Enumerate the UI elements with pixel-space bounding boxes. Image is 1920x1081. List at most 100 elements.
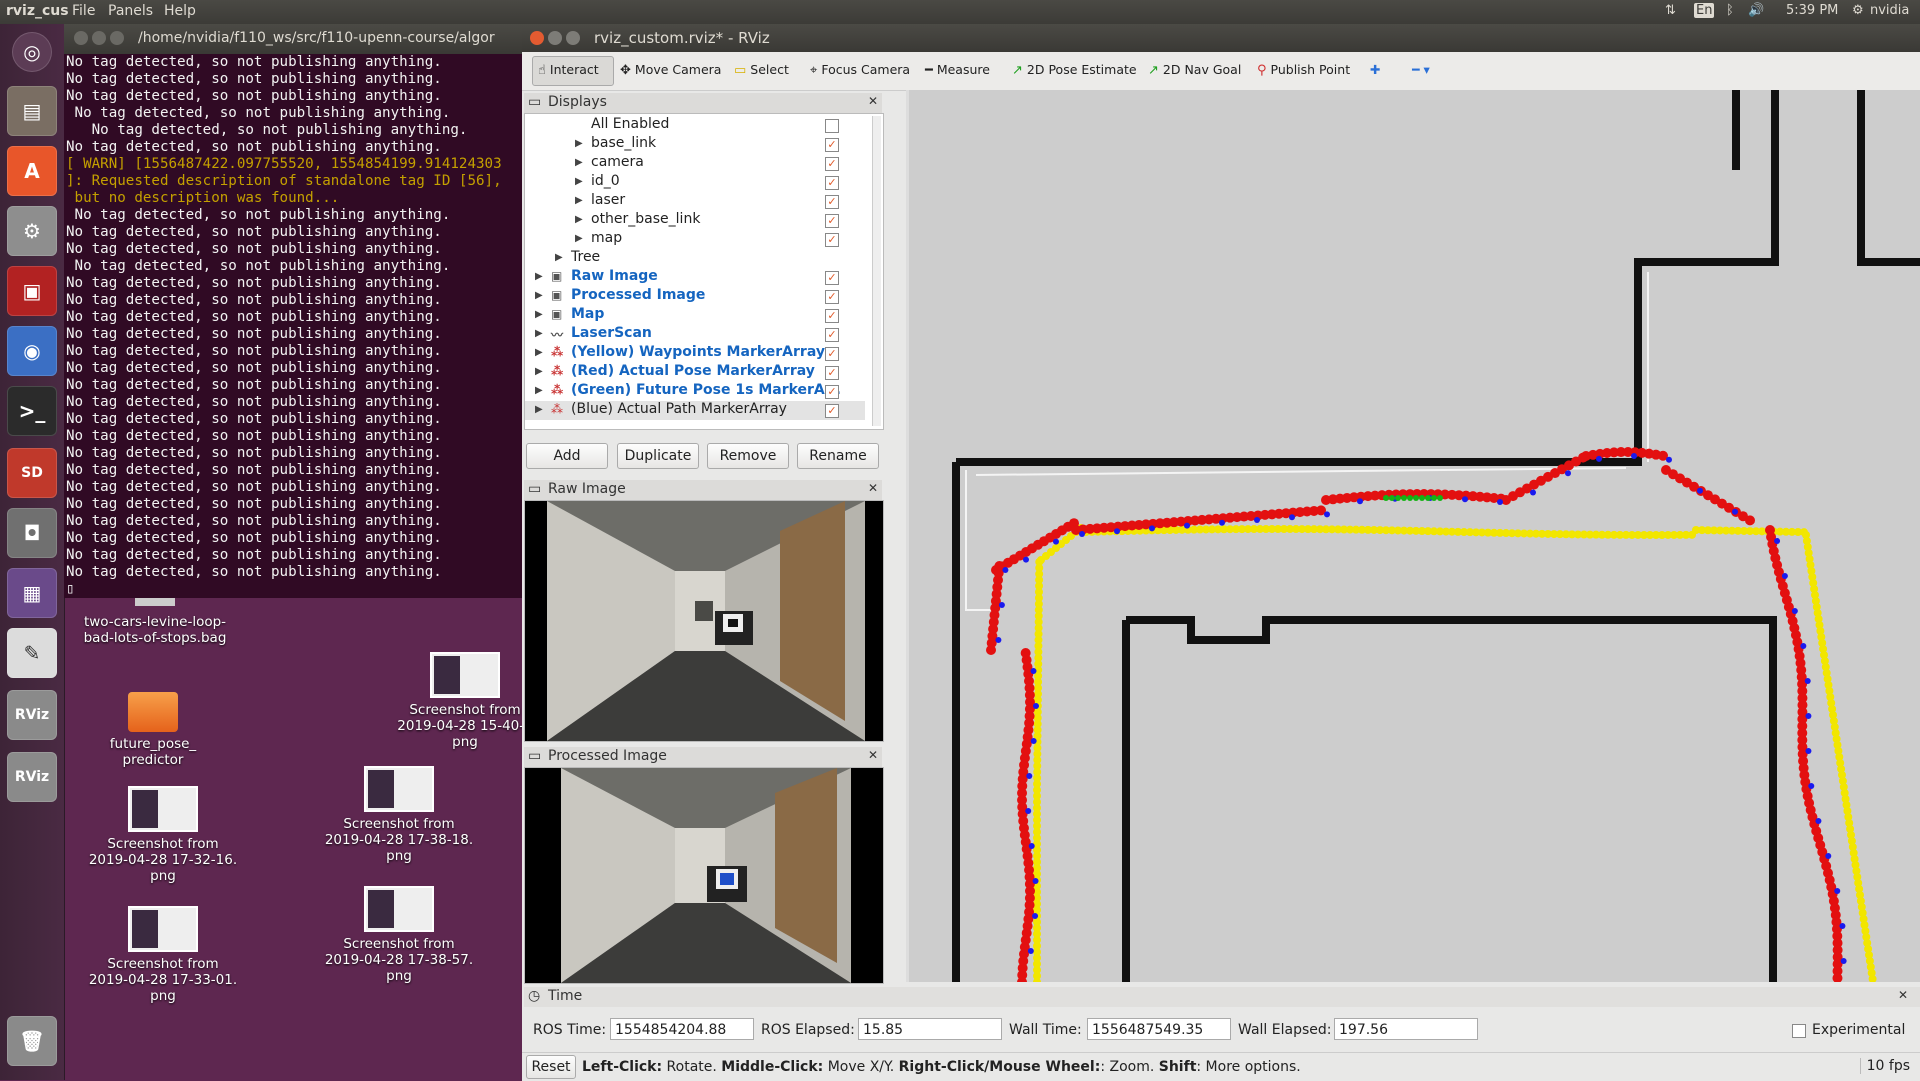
display-tree-row[interactable]: ▶ other_base_link ✓ [525,211,865,230]
display-tree-row[interactable]: ▶ Tree [525,249,865,268]
expand-arrow-icon[interactable]: ▶ [535,290,543,301]
expand-arrow-icon[interactable]: ▶ [575,214,583,225]
display-tree-row[interactable]: ▶ ⁂ (Blue) Actual Path MarkerArray ✓ [525,401,865,420]
display-enable-checkbox[interactable]: ✓ [825,214,839,228]
bluetooth-icon[interactable]: ᛒ [1726,3,1734,18]
close-icon[interactable]: ✕ [868,748,878,762]
ros-time-field[interactable]: 1554854204.88 [610,1018,754,1040]
display-enable-checkbox[interactable]: ✓ [825,404,839,418]
measure-tool[interactable]: ━ Measure [925,62,990,78]
desktop-screenshot-2[interactable]: Screenshot from 2019-04-28 17-32-16. png [88,786,238,884]
expand-arrow-icon[interactable]: ▶ [535,347,543,358]
close-icon[interactable] [530,31,544,45]
duplicate-button[interactable]: Duplicate [617,443,699,469]
maximize-icon[interactable] [110,31,124,45]
move-camera-tool[interactable]: ✥ Move Camera [620,62,721,78]
display-tree-row[interactable]: ▶ ▣ Processed Image ✓ [525,287,865,306]
tree-scrollbar[interactable] [872,116,881,426]
display-tree-row[interactable]: ▶ ⁂ (Yellow) Waypoints MarkerArray ✓ [525,344,865,363]
close-icon[interactable] [74,31,88,45]
ros-elapsed-field[interactable]: 15.85 [858,1018,1002,1040]
remove-tool-minus-icon[interactable]: ━ ▾ [1412,62,1430,77]
add-button[interactable]: Add [526,443,608,469]
display-enable-checkbox[interactable]: ✓ [825,233,839,247]
display-enable-checkbox[interactable]: ✓ [825,271,839,285]
display-enable-checkbox[interactable]: ✓ [825,309,839,323]
menu-panels[interactable]: Panels [108,3,153,19]
expand-arrow-icon[interactable]: ▶ [535,309,543,320]
expand-arrow-icon[interactable]: ▶ [555,252,563,263]
display-tree-row[interactable]: ▶ camera ✓ [525,154,865,173]
system-monitor-icon[interactable]: ▣ [7,266,57,316]
add-tool-plus-icon[interactable]: ✚ [1370,62,1380,77]
text-editor-icon[interactable]: ✎ [7,628,57,678]
maximize-icon[interactable] [566,31,580,45]
expand-arrow-icon[interactable]: ▶ [535,271,543,282]
desktop-screenshot-1[interactable]: Screenshot from 2019-04-28 15-40-3 png [390,652,540,750]
expand-arrow-icon[interactable]: ▶ [535,328,543,339]
desktop-folder[interactable]: future_pose_ predictor [78,692,228,768]
close-icon[interactable]: ✕ [868,94,878,108]
network-icon[interactable]: ⇅ [1665,3,1676,18]
display-tree-row[interactable]: ▶ laser ✓ [525,192,865,211]
display-tree-row[interactable]: All Enabled [525,116,865,135]
desktop-screenshot-3[interactable]: Screenshot from 2019-04-28 17-38-18. png [324,766,474,864]
expand-arrow-icon[interactable]: ▶ [575,138,583,149]
wall-time-field[interactable]: 1556487549.35 [1087,1018,1231,1040]
display-enable-checkbox[interactable]: ✓ [825,195,839,209]
displays-tree[interactable]: All Enabled ▶ base_link ✓ ▶ camera ✓ ▶ id_0 ✓ ▶ las… [524,113,884,430]
desktop-screenshot-5[interactable]: Screenshot from 2019-04-28 17-38-57. png [324,886,474,984]
close-icon[interactable]: ✕ [868,481,878,495]
occupancy-map-canvas[interactable] [906,90,1920,982]
keyboard-layout[interactable]: En [1694,3,1715,18]
files-icon[interactable]: ▤ [7,86,57,136]
display-tree-row[interactable]: ▶ map ✓ [525,230,865,249]
nav-goal-tool[interactable]: ↗ 2D Nav Goal [1148,62,1241,78]
rviz-app-icon-2[interactable]: RViz [7,752,57,802]
reset-button[interactable]: Reset [526,1055,576,1079]
expand-arrow-icon[interactable]: ▶ [575,195,583,206]
terminal-titlebar[interactable]: /home/nvidia/f110_ws/src/f110-upenn-cour… [64,24,522,54]
expand-arrow-icon[interactable]: ▶ [575,176,583,187]
expand-arrow-icon[interactable]: ▶ [535,385,543,396]
close-icon[interactable]: ✕ [1898,988,1908,1002]
experimental-checkbox[interactable] [1792,1024,1806,1038]
display-enable-checkbox[interactable]: ✓ [825,157,839,171]
publish-point-tool[interactable]: ⚲ Publish Point [1257,62,1350,78]
camera-icon[interactable]: ◘ [7,508,57,558]
3d-map-view[interactable] [906,90,1920,982]
display-enable-checkbox[interactable]: ✓ [825,138,839,152]
display-tree-row[interactable]: ▶ ⁂ (Red) Actual Pose MarkerArray ✓ [525,363,865,382]
trash-icon[interactable]: 🗑 [7,1016,57,1066]
display-enable-checkbox[interactable]: ✓ [825,366,839,380]
clock[interactable]: 5:39 PM [1786,3,1838,18]
rviz-app-icon[interactable]: RViz [7,690,57,740]
display-tree-row[interactable]: ▶ id_0 ✓ [525,173,865,192]
desktop-screenshot-4[interactable]: Screenshot from 2019-04-28 17-33-01. png [88,906,238,1004]
display-enable-checkbox[interactable]: ✓ [825,328,839,342]
display-tree-row[interactable]: ▶ ▣ Map ✓ [525,306,865,325]
settings-gear-icon[interactable]: ⚙ [1852,3,1864,18]
rviz-titlebar[interactable]: rviz_custom.rviz* - RViz [522,24,1920,52]
volume-icon[interactable]: 🔊 [1748,3,1764,18]
minimize-icon[interactable] [92,31,106,45]
menu-file[interactable]: File [72,3,95,19]
display-tree-row[interactable]: ▶ base_link ✓ [525,135,865,154]
select-tool[interactable]: ▭ Select [734,62,789,78]
wall-elapsed-field[interactable]: 197.56 [1334,1018,1478,1040]
display-enable-checkbox[interactable]: ✓ [825,385,839,399]
user-name[interactable]: nvidia [1870,3,1909,18]
display-enable-checkbox[interactable]: ✓ [825,176,839,190]
chromium-icon[interactable]: ◉ [7,326,57,376]
display-enable-checkbox[interactable] [825,119,839,133]
view-left-splitter[interactable] [906,90,909,982]
focus-camera-tool[interactable]: ⌖ Focus Camera [810,62,910,78]
pose-estimate-tool[interactable]: ↗ 2D Pose Estimate [1012,62,1137,78]
sd-card-icon[interactable]: SD [7,448,57,498]
expand-arrow-icon[interactable]: ▶ [535,404,543,415]
display-tree-row[interactable]: ▶ ⁂ (Green) Future Pose 1s MarkerA... ✓ [525,382,865,401]
terminal-icon[interactable]: >_ [7,386,57,436]
terminal-window[interactable]: No tag detected, so not publishing anyth… [64,24,522,598]
minimize-icon[interactable] [548,31,562,45]
expand-arrow-icon[interactable]: ▶ [575,157,583,168]
